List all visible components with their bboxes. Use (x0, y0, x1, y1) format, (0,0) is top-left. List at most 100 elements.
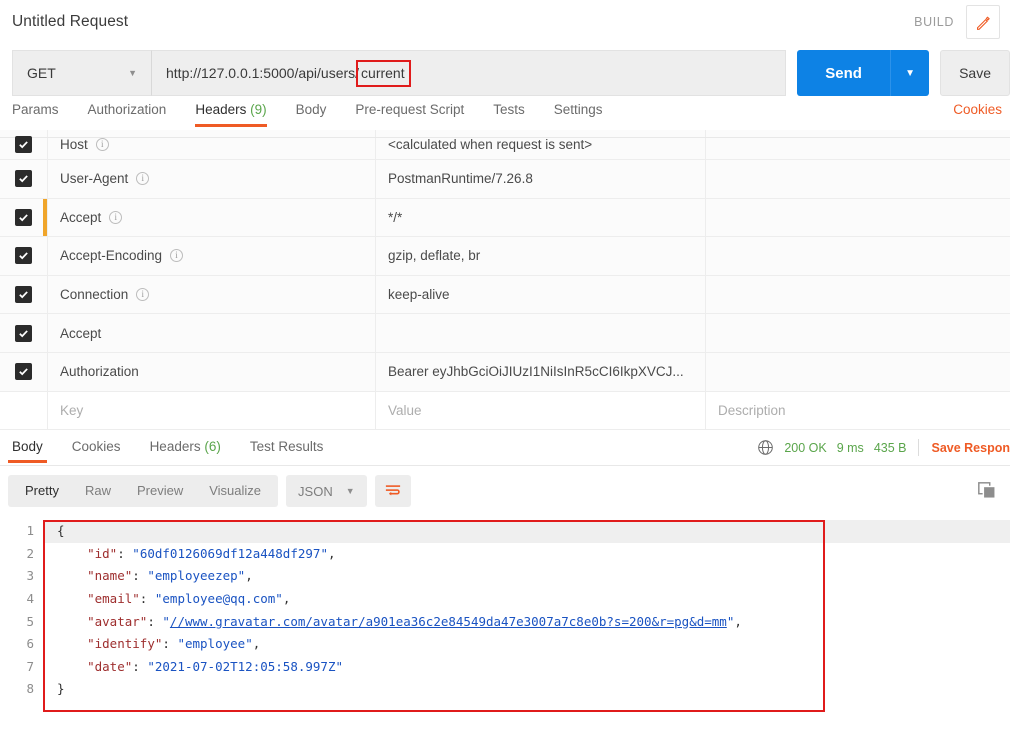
line-number: 8 (26, 681, 34, 697)
header-value-cell[interactable] (375, 314, 705, 352)
info-icon[interactable]: i (136, 172, 150, 186)
header-key-cell[interactable]: Accept i (47, 198, 375, 237)
checkbox-checked-icon[interactable] (15, 363, 32, 381)
table-row[interactable]: Accept i */* (0, 198, 1010, 238)
response-tab-headers[interactable]: Headers (6) (150, 439, 221, 462)
row-checkbox-cell[interactable] (0, 198, 47, 237)
header-key-cell[interactable]: Accept (47, 314, 375, 352)
response-json-viewer[interactable]: 1 2 3 4 5 6 7 8 { "id": "60df0126069df12… (0, 516, 1010, 716)
header-key-cell[interactable]: Accept-Encoding i (47, 237, 375, 275)
header-key-cell[interactable]: Authorization (47, 352, 375, 391)
view-visualize-button[interactable]: Visualize (196, 475, 274, 507)
url-bar: GET ▼ http://127.0.0.1:5000/api/users/cu… (0, 44, 1010, 102)
json-line: "date": "2021-07-02T12:05:58.997Z" (87, 658, 344, 674)
tab-tests[interactable]: Tests (493, 102, 525, 126)
checkbox-checked-icon[interactable] (15, 170, 32, 188)
table-row-new[interactable]: Key Value Description (0, 391, 1010, 431)
header-key-text: User-Agent (60, 171, 129, 187)
http-method-select[interactable]: GET ▼ (12, 50, 152, 96)
row-checkbox-cell[interactable] (0, 160, 47, 198)
json-line: "email": "employee@qq.com", (87, 590, 291, 606)
tab-params[interactable]: Params (12, 102, 59, 126)
tab-headers[interactable]: Headers (9) (195, 102, 267, 127)
json-line: "avatar": "//www.gravatar.com/avatar/a90… (87, 613, 742, 629)
header-description-cell[interactable] (705, 275, 1010, 314)
tab-settings[interactable]: Settings (554, 102, 603, 126)
json-line: } (43, 678, 1010, 701)
json-value: "//www.gravatar.com/avatar/a901ea36c2e84… (162, 613, 735, 629)
json-key: "date" (87, 658, 133, 674)
new-value-input[interactable]: Value (375, 391, 705, 430)
edit-pencil-button[interactable] (966, 5, 1000, 39)
response-tab-body[interactable]: Body (8, 439, 47, 464)
json-link[interactable]: //www.gravatar.com/avatar/a901ea36c2e845… (170, 614, 727, 629)
header-key-cell[interactable]: Connection i (47, 275, 375, 314)
checkbox-checked-icon[interactable] (15, 324, 32, 342)
view-raw-button[interactable]: Raw (72, 475, 124, 507)
json-code[interactable]: { "id": "60df0126069df12a448df297", "nam… (43, 516, 1010, 716)
view-preview-button[interactable]: Preview (124, 475, 196, 507)
table-row[interactable]: Authorization Bearer eyJhbGciOiJIUzI1NiI… (0, 352, 1010, 392)
row-checkbox-cell[interactable] (0, 314, 47, 352)
response-tab-test-results[interactable]: Test Results (250, 439, 324, 462)
info-icon[interactable]: i (95, 138, 109, 151)
request-tabs: Params Authorization Headers (9) Body Pr… (0, 102, 1010, 138)
line-number: 4 (26, 590, 34, 606)
save-button[interactable]: Save (940, 50, 1010, 96)
send-button[interactable]: Send (797, 50, 891, 96)
checkbox-checked-icon[interactable] (15, 286, 32, 304)
copy-button[interactable] (974, 478, 1000, 504)
json-brace-close: } (57, 681, 65, 697)
info-icon[interactable]: i (109, 210, 123, 224)
format-select[interactable]: JSON ▼ (286, 475, 367, 508)
row-checkbox-cell[interactable] (0, 392, 47, 430)
header-value-cell[interactable]: Bearer eyJhbGciOiJIUzI1NiIsInR5cCI6IkpXV… (375, 352, 705, 391)
checkbox-checked-icon[interactable] (15, 247, 32, 265)
header-value-cell[interactable]: keep-alive (375, 275, 705, 314)
new-description-input[interactable]: Description (705, 391, 1010, 430)
tab-count-badge: (6) (204, 439, 221, 455)
header-description-cell[interactable] (705, 314, 1010, 352)
info-icon[interactable]: i (170, 249, 184, 263)
header-value-cell[interactable]: PostmanRuntime/7.26.8 (375, 160, 705, 198)
header-description-cell[interactable] (705, 237, 1010, 275)
view-mode-group: Pretty Raw Preview Visualize (8, 475, 279, 508)
table-row[interactable]: Connection i keep-alive (0, 275, 1010, 315)
view-pretty-button[interactable]: Pretty (12, 475, 72, 507)
chevron-down-icon: ▼ (345, 486, 355, 497)
response-time: 9 ms (836, 440, 864, 455)
row-checkbox-cell[interactable] (0, 276, 47, 314)
checkbox-checked-icon[interactable] (15, 208, 32, 226)
header-key-cell[interactable]: User-Agent i (47, 160, 375, 198)
save-response-button[interactable]: Save Respon (931, 441, 1010, 455)
tab-authorization[interactable]: Authorization (88, 102, 167, 126)
tab-pre-request-script[interactable]: Pre-request Script (355, 102, 464, 126)
json-key: "email" (87, 590, 140, 606)
row-checkbox-cell[interactable] (0, 353, 47, 391)
new-key-input[interactable]: Key (47, 391, 375, 430)
url-input[interactable]: http://127.0.0.1:5000/api/users/current (152, 50, 787, 96)
word-wrap-icon (385, 485, 400, 496)
table-row[interactable]: User-Agent i PostmanRuntime/7.26.8 (0, 160, 1010, 199)
globe-icon[interactable] (757, 439, 774, 456)
word-wrap-button[interactable] (374, 475, 411, 508)
header-description-cell[interactable] (705, 198, 1010, 237)
header-description-cell[interactable] (705, 352, 1010, 391)
header-key-text: Authorization (60, 364, 139, 380)
row-checkbox-cell[interactable] (0, 237, 47, 275)
tab-count-badge: (9) (250, 102, 267, 117)
send-options-button[interactable]: ▼ (890, 50, 930, 96)
tab-label: Pre-request Script (355, 102, 465, 117)
tab-label: Headers (195, 102, 247, 117)
header-value-cell[interactable]: */* (375, 198, 705, 237)
checkbox-checked-icon[interactable] (15, 136, 32, 153)
header-value-cell[interactable]: gzip, deflate, br (375, 237, 705, 275)
table-row[interactable]: Accept-Encoding i gzip, deflate, br (0, 237, 1010, 276)
response-tab-cookies[interactable]: Cookies (72, 439, 121, 462)
table-row[interactable]: Accept (0, 314, 1010, 353)
row-checkbox-cell[interactable] (0, 130, 47, 159)
tab-body[interactable]: Body (296, 102, 327, 126)
info-icon[interactable]: i (136, 288, 150, 302)
header-description-cell[interactable] (705, 160, 1010, 198)
cookies-link[interactable]: Cookies (953, 102, 1010, 117)
